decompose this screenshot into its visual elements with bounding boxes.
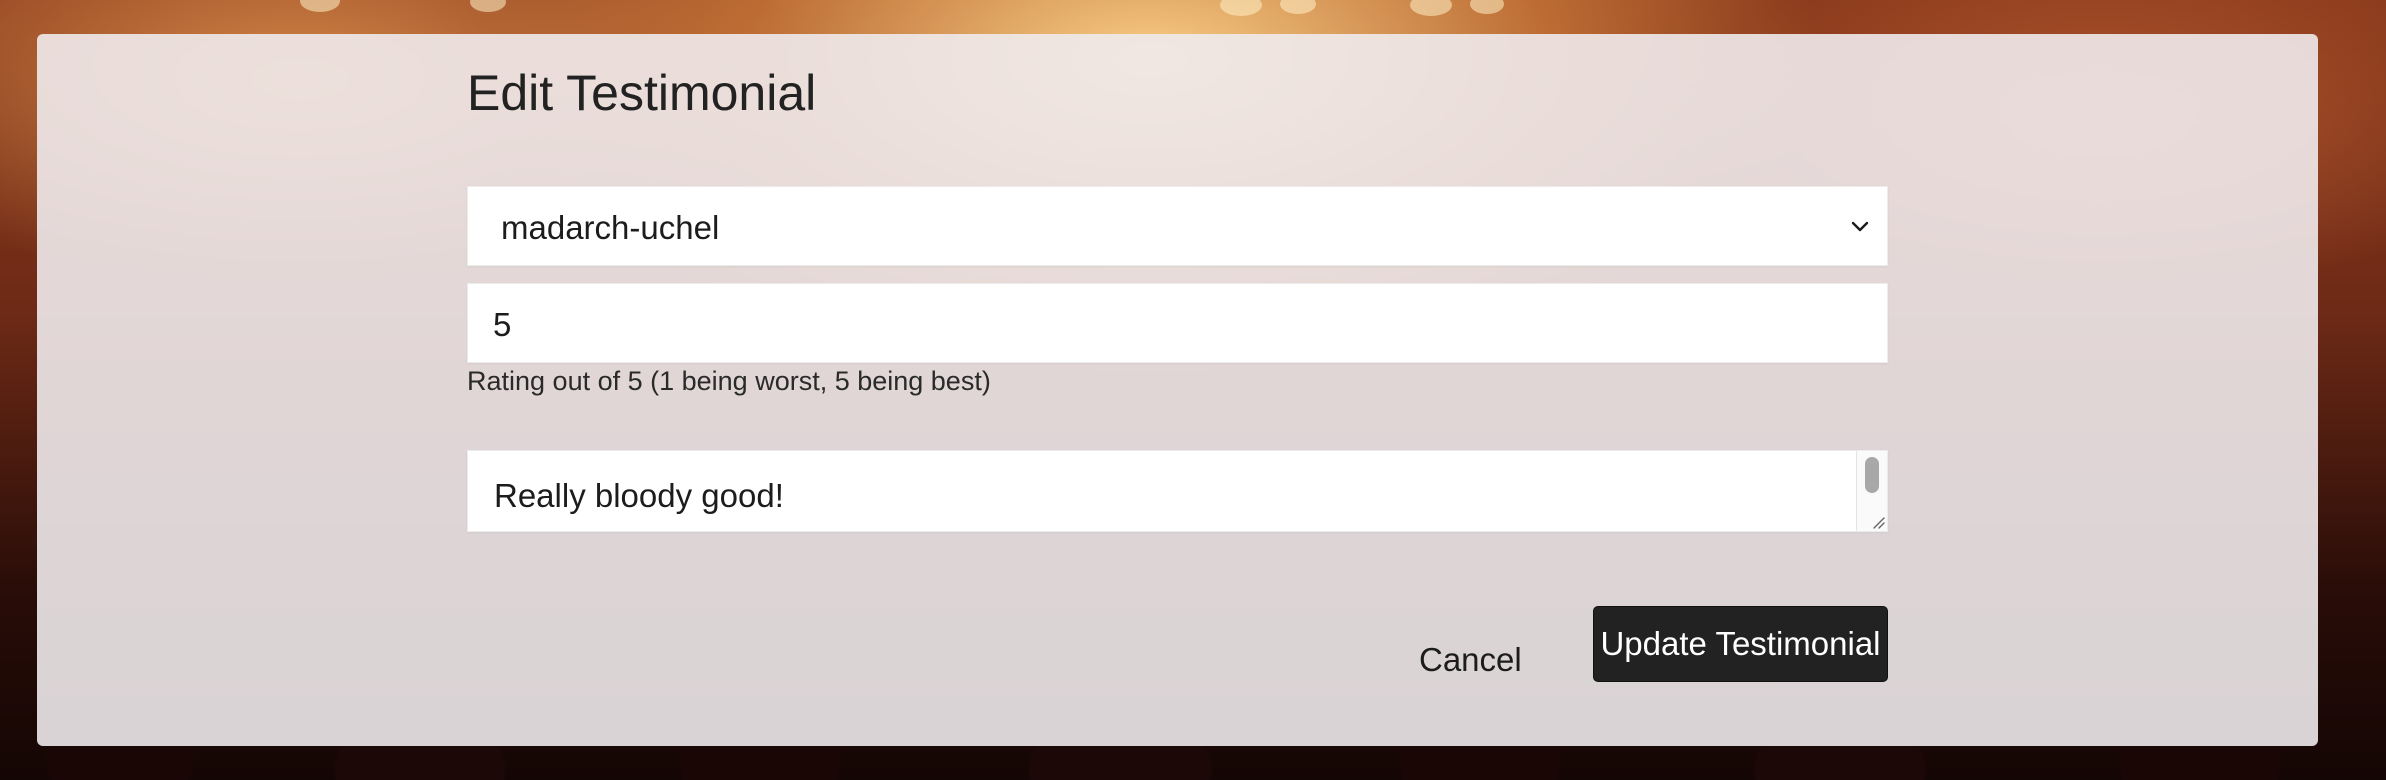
select-value: madarch-uchel: [501, 209, 720, 246]
update-testimonial-button[interactable]: Update Testimonial: [1593, 606, 1888, 682]
cancel-button[interactable]: Cancel: [1419, 625, 1522, 695]
light-bokeh: [1470, 0, 1504, 14]
rating-help-text: Rating out of 5 (1 being worst, 5 being …: [467, 366, 991, 396]
light-bokeh: [300, 0, 340, 12]
rating-input[interactable]: 5: [467, 283, 1888, 363]
testimonial-select[interactable]: madarch-uchel: [467, 186, 1888, 266]
light-bokeh: [470, 0, 506, 12]
light-bokeh: [1410, 0, 1452, 16]
light-bokeh: [1220, 0, 1262, 16]
resize-handle-icon[interactable]: [1871, 515, 1885, 529]
edit-testimonial-card: Edit Testimonial madarch-uchel 5 Rating …: [37, 34, 2318, 746]
scrollbar-thumb[interactable]: [1865, 457, 1879, 493]
page-title: Edit Testimonial: [467, 65, 817, 121]
rating-value: 5: [493, 306, 512, 343]
testimonial-textarea[interactable]: Really bloody good!: [467, 450, 1888, 532]
textarea-value: Really bloody good!: [494, 477, 784, 514]
light-bokeh: [1280, 0, 1316, 14]
chevron-down-icon: [1851, 221, 1869, 232]
